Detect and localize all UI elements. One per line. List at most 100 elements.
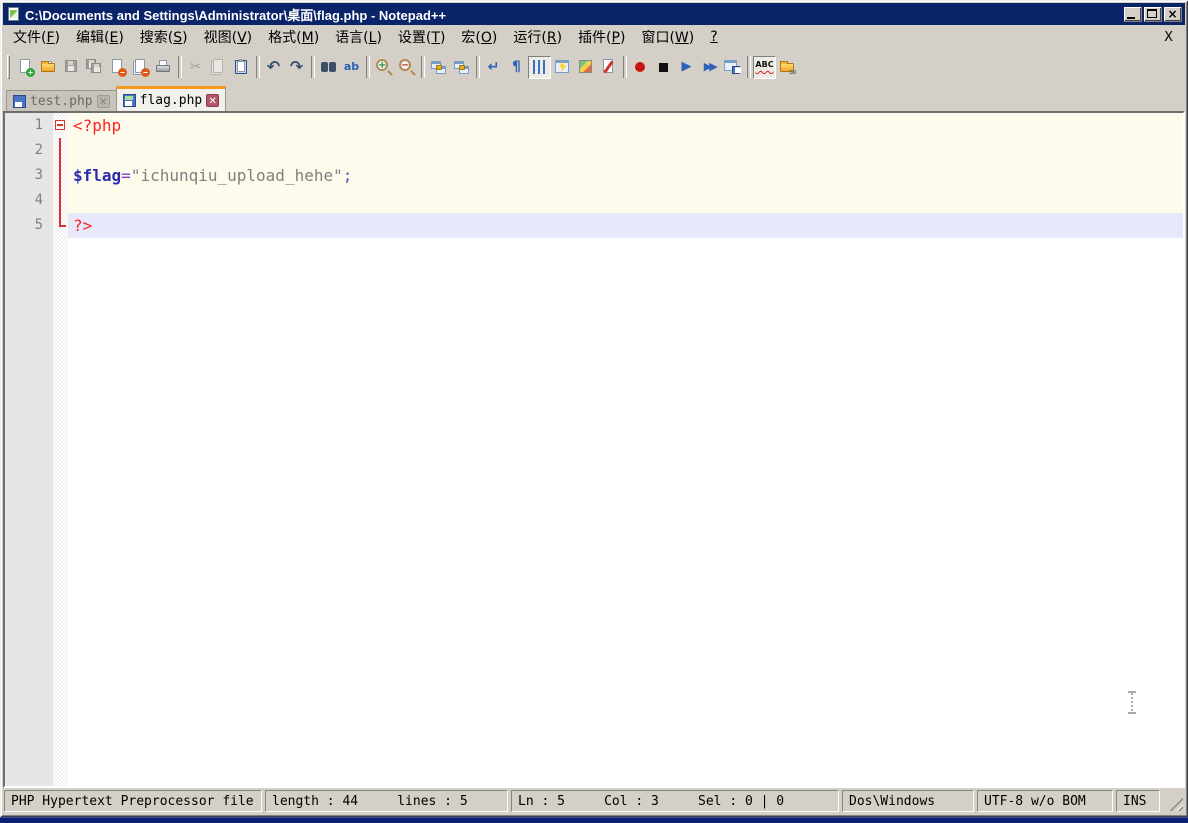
menu-item-?[interactable]: ? [702,27,725,47]
toolbar-sync-horizontal-scroll-button[interactable] [450,56,473,79]
notepadpp-icon [6,6,21,22]
menu-bar: 文件(F) 编辑(E) 搜索(S) 视图(V) 格式(M) 语言(L) 设置(T) 宏(O) 运… [3,25,1185,49]
toolbar-close-all-button[interactable]: − [129,56,152,79]
menu-item-视图[interactable]: 视图(V) [196,25,261,49]
line-number: 2 [34,142,43,158]
status-eol-format: Dos\Windows [842,790,974,812]
play-icon: ▶ [681,59,692,74]
maximize-icon [1147,8,1157,18]
toolbar-function-completion-button[interactable] [551,56,574,79]
redo-arrow-icon: ↷ [289,57,304,76]
menu-item-窗口[interactable]: 窗口(W) [633,25,702,49]
clipboard-icon [232,58,251,76]
title-bar[interactable]: C:\Documents and Settings\Administrator\… [3,3,1185,25]
page-minus-icon: − [108,58,127,77]
resize-grip[interactable] [1163,790,1184,812]
toolbar-open-file-button[interactable] [37,56,60,79]
toolbar-spell-check-button[interactable]: ABC [753,55,776,79]
status-doc-type: PHP Hypertext Preprocessor file [4,790,262,812]
code-line-2 [68,138,1183,163]
indent-guide-icon [530,58,549,76]
tab-close-icon[interactable]: ✕ [96,94,110,108]
page-plus-icon: + [16,58,35,77]
toolbar-print-button[interactable] [152,56,175,79]
floppy-multi-icon [85,58,104,76]
pilcrow-icon: ¶ [512,59,521,75]
toolbar-macro-run-multiple-button[interactable]: ▶▶ [698,56,721,79]
toolbar-word-wrap-button[interactable]: ↵ [482,56,505,79]
toolbar-sync-vertical-scroll-button[interactable] [427,56,450,79]
replace-icon: ab [343,60,360,73]
toolbar-close-file-button[interactable]: − [106,56,129,79]
menu-item-运行[interactable]: 运行(R) [505,25,570,49]
toolbar-cut-button: ✂ [184,56,207,79]
code-line-1: <?php [68,113,1183,138]
menu-item-格式[interactable]: 格式(M) [260,25,327,49]
toolbar-open-containing-folder-button[interactable]: ∞ [776,56,799,79]
mouse-ibeam-cursor [1128,691,1137,715]
red-pen-page-icon [599,58,618,76]
status-cursor-position: Ln : 5 Col : 3 Sel : 0 | 0 [511,790,839,812]
menu-close-button[interactable]: X [1158,28,1179,47]
menu-item-文件[interactable]: 文件(F) [5,25,68,49]
toolbar-replace-button[interactable]: ab [340,56,363,79]
toolbar-paste-button[interactable] [230,56,253,79]
menu-item-插件[interactable]: 插件(P) [570,25,633,49]
maximize-button[interactable] [1144,6,1162,22]
menu-item-语言[interactable]: 语言(L) [327,25,390,49]
tab-test.php[interactable]: test.php ✕ [6,90,116,111]
tab-label: test.php [30,93,93,109]
toolbar-zoom-in-button[interactable]: + [372,56,395,79]
floppy-icon [62,58,81,76]
menu-item-设置[interactable]: 设置(T) [390,25,454,49]
toolbar-separator [744,55,753,79]
toolbar-macro-record-button[interactable] [629,56,652,79]
sync-windows-icon [429,58,448,76]
toolbar-document-switcher-button[interactable] [597,56,620,79]
line-number: 1 [34,117,43,133]
toolbar-undo-button[interactable]: ↶ [262,56,285,79]
toolbar-separator [620,55,629,79]
toolbar-redo-button[interactable]: ↷ [285,56,308,79]
toolbar-find-button[interactable] [317,56,340,79]
toolbar-macro-save-button[interactable] [721,56,744,79]
tab-close-icon[interactable]: ✕ [206,93,220,107]
status-doc-size: length : 44 lines : 5 [265,790,508,812]
notepadpp-window: C:\Documents and Settings\Administrator\… [0,0,1188,817]
tab-flag.php[interactable]: flag.php ✕ [115,86,227,111]
toolbar: + − − ✂ ↶ ↷ ab + − ↵ ¶ ▶ ▶▶ ABC ∞ [3,49,1185,85]
toolbar-zoom-out-button[interactable]: − [395,56,418,79]
code-text-area[interactable]: <?php $flag="ichunqiu_upload_hehe"; ?> [68,113,1183,786]
toolbar-separator [253,55,262,79]
taskbar-edge [0,817,1188,823]
code-line-5: ?> [68,213,1183,238]
menu-item-编辑[interactable]: 编辑(E) [68,25,132,49]
menu-item-宏[interactable]: 宏(O) [453,25,505,49]
toolbar-separator [175,55,184,79]
toolbar-macro-play-button[interactable]: ▶ [675,56,698,79]
menu-item-搜索[interactable]: 搜索(S) [132,25,196,49]
line-number: 4 [34,192,43,208]
toolbar-show-all-characters-button[interactable]: ¶ [505,56,528,79]
tab-label: flag.php [139,92,203,108]
map-icon [576,58,595,76]
line-number: 5 [34,217,43,233]
toolbar-macro-stop-button[interactable] [652,56,675,79]
toolbar-document-map-button[interactable] [574,56,597,79]
minimize-icon [1127,16,1135,19]
window-controls: × [1124,6,1182,22]
toolbar-new-file-button[interactable]: + [14,56,37,79]
fold-marker-line [53,188,68,213]
status-bar: PHP Hypertext Preprocessor file length : … [3,788,1185,814]
minimize-button[interactable] [1124,6,1142,22]
magnifier-minus-icon: − [399,59,411,71]
toolbar-copy-button [207,56,230,79]
fold-marker-corner [53,213,68,238]
folder-link-icon: ∞ [778,58,797,78]
code-line-4 [68,188,1183,213]
close-button[interactable]: × [1164,6,1182,22]
toolbar-show-indent-guide-button[interactable] [528,55,551,79]
toolbar-separator [473,55,482,79]
fold-marker-box-minus[interactable] [53,113,68,138]
toolbar-separator [418,55,427,79]
